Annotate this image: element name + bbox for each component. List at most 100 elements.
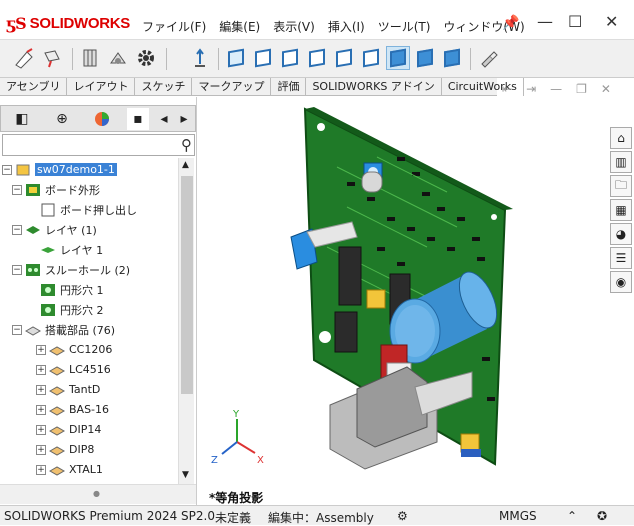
tree-item[interactable]: + DIP14 [36,420,101,439]
tree-item[interactable]: + TantD [36,380,100,399]
tab-markup[interactable]: マークアップ [192,78,272,96]
minimize-button[interactable]: — [537,12,553,31]
insert-component-icon[interactable] [40,46,64,70]
tab-layout[interactable]: レイアウト [67,78,136,96]
circuitworks-icon[interactable]: ▪ [127,108,149,130]
tab-evaluate[interactable]: 評価 [271,78,307,96]
view-front-icon[interactable] [224,46,248,70]
custom-properties-icon[interactable]: ☰ [610,247,632,269]
explode-view-icon[interactable] [78,46,102,70]
expand-icon[interactable]: + [36,364,46,375]
design-library-icon[interactable]: ▥ [610,151,632,173]
tree-scrollbar[interactable]: ▲ ▼ [178,158,194,484]
tree-search-input[interactable]: ⚲ [2,134,195,156]
window-close-icon[interactable]: ✕ [601,82,611,96]
expand-icon[interactable]: + [36,384,46,395]
tree-item[interactable]: + BAS-16 [36,400,109,419]
graphics-area[interactable]: Y X Z [197,97,606,505]
view-back-arrow-icon[interactable]: ⇤ [502,82,512,96]
tab-scroll-left-icon[interactable]: ◂ [154,108,174,130]
property-manager-icon[interactable]: ⊕ [51,108,73,130]
expand-icon[interactable]: + [36,464,46,475]
scrollbar-thumb[interactable] [181,176,193,394]
pin-icon[interactable]: 📌 [502,15,519,31]
tree-item[interactable]: − ボード外形 [12,180,100,199]
collapse-icon[interactable]: − [12,324,22,335]
feature-manager-icon[interactable]: ◧ [11,108,33,130]
gear-icon[interactable] [134,46,158,70]
tree-item[interactable]: + DIP8 [36,440,94,459]
home-icon[interactable]: ⌂ [610,127,632,149]
expand-icon[interactable]: + [36,404,46,415]
viewport-window-tools: ⇤ ⇥ — ❐ ✕ [502,82,611,96]
appearance-icon[interactable] [91,108,113,130]
menu-view[interactable]: 表示(V) [273,18,315,35]
tab-addins[interactable]: SOLIDWORKS アドイン [306,78,442,96]
view-isometric-icon[interactable] [386,46,410,70]
expand-icon[interactable]: + [36,424,46,435]
part-icon [48,423,66,437]
solidworks-logo[interactable]: ƽS SOLIDWORKS [6,12,130,34]
edit-component-icon[interactable] [12,46,36,70]
scroll-up-icon[interactable]: ▲ [182,160,189,170]
solidworks-forum-icon[interactable]: ◉ [610,271,632,293]
part-icon [48,343,66,357]
view-forward-arrow-icon[interactable]: ⇥ [526,82,536,96]
layer-icon [25,223,41,237]
tab-sketch[interactable]: スケッチ [135,78,193,96]
panel-resize-handle[interactable]: ● [0,484,196,504]
flashlight-icon[interactable] [476,46,500,70]
chevron-up-icon[interactable]: ⌃ [567,509,577,523]
window-minimize-icon[interactable]: — [550,82,562,96]
tree-item[interactable]: 円形穴 1 [40,280,104,299]
collapse-icon[interactable]: − [2,164,12,175]
menu-edit[interactable]: 編集(E) [219,18,260,35]
mate-icon[interactable] [106,46,130,70]
tree-item[interactable]: − 搭載部品 (76) [12,320,115,339]
svg-text:Y: Y [232,409,240,420]
expand-icon[interactable]: + [36,444,46,455]
maximize-button[interactable]: ☐ [568,12,582,31]
svg-text:X: X [257,455,264,466]
tab-assembly[interactable]: アセンブリ [0,78,68,96]
tree-item-label: 円形穴 2 [60,303,104,317]
svg-text:Z: Z [211,455,218,466]
window-restore-icon[interactable]: ❐ [576,82,587,96]
collapse-icon[interactable]: − [12,184,22,195]
view-left-icon[interactable] [278,46,302,70]
scroll-down-icon[interactable]: ▼ [182,470,189,480]
view-bottom-icon[interactable] [359,46,383,70]
close-button[interactable]: ✕ [605,12,618,31]
menu-file[interactable]: ファイル(F) [142,18,206,35]
units-selector[interactable]: MMGS [499,509,537,523]
help-icon[interactable]: ✪ [597,509,607,523]
round-hole-icon [40,303,56,317]
menu-insert[interactable]: 挿入(I) [328,18,365,35]
tree-root[interactable]: − sw07demo1-1 [2,160,117,179]
command-toolbar [0,40,634,78]
rebuild-icon[interactable]: ⚙ [397,509,408,523]
view-palette-icon[interactable]: ▦ [610,199,632,221]
tree-item[interactable]: 円形穴 2 [40,300,104,319]
tree-item[interactable]: + XTAL1 [36,460,103,479]
view-dimetric-icon[interactable] [440,46,464,70]
move-triad-icon[interactable] [188,46,212,70]
appearances-icon[interactable]: ◕ [610,223,632,245]
expand-icon[interactable]: + [36,344,46,355]
view-back-icon[interactable] [251,46,275,70]
tree-item[interactable]: レイヤ 1 [40,240,103,259]
tab-scroll-right-icon[interactable]: ▸ [174,108,194,130]
tree-item[interactable]: ボード押し出し [40,200,137,219]
collapse-icon[interactable]: − [12,264,22,275]
tree-item[interactable]: − レイヤ (1) [12,220,97,239]
menu-tools[interactable]: ツール(T) [378,18,431,35]
tree-item[interactable]: + LC4516 [36,360,111,379]
view-trimetric-icon[interactable] [413,46,437,70]
tree-item[interactable]: − スルーホール (2) [12,260,130,279]
view-top-icon[interactable] [332,46,356,70]
status-definition: 未定義 [215,511,252,525]
view-right-icon[interactable] [305,46,329,70]
file-explorer-icon[interactable]: 🗀 [610,175,632,197]
tree-item[interactable]: + CC1206 [36,340,112,359]
collapse-icon[interactable]: − [12,224,22,235]
